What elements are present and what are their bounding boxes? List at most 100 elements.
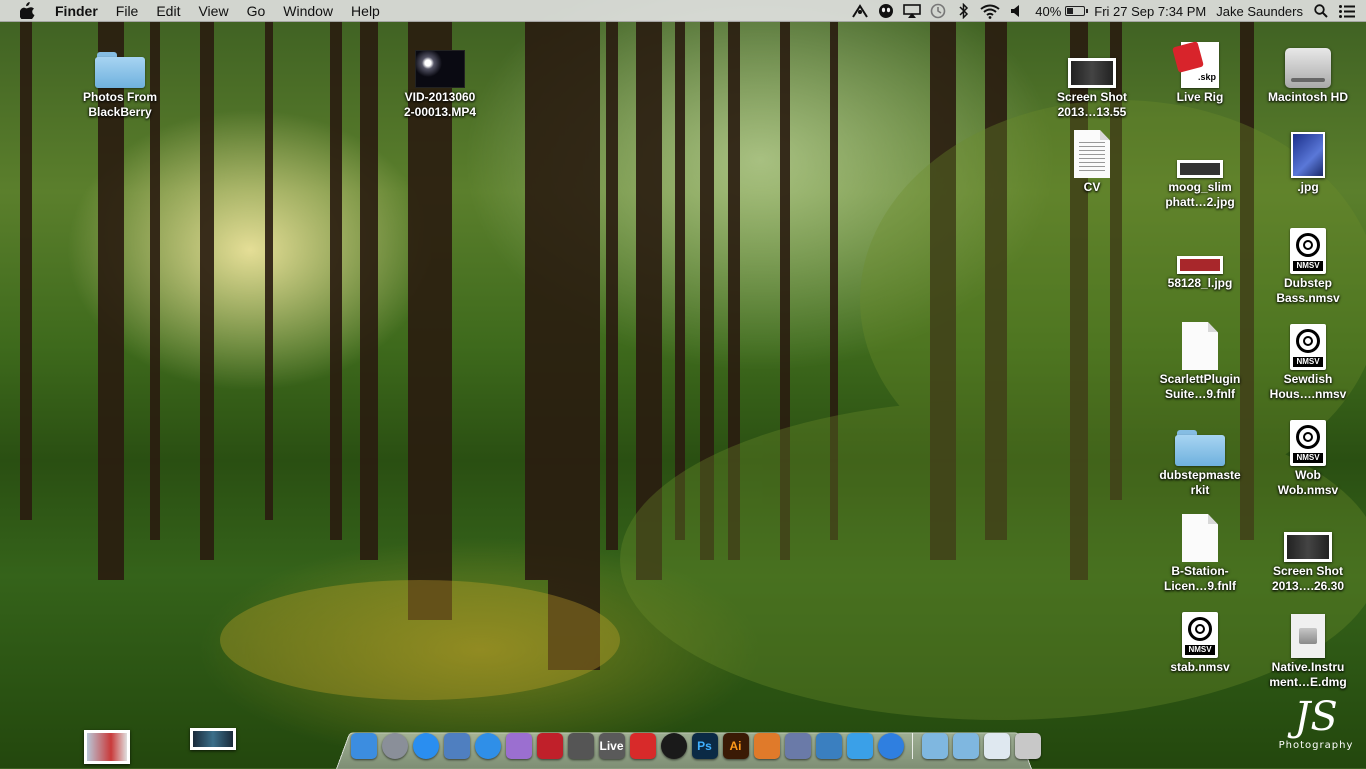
alien-icon[interactable] [873,0,899,22]
bluetooth-share-icon[interactable] [847,0,873,22]
watermark-initials: JS [1294,694,1338,740]
desktop-icon-screen-shot-2[interactable]: Screen Shot 2013….26.30 [1256,508,1360,594]
illustrator-icon[interactable]: Ai [722,733,749,759]
desktop-icon-label: B-Station- Licen…9.fnlf [1163,564,1236,593]
photo-booth-icon[interactable] [536,733,563,759]
desktop-icon-macintosh-hd[interactable]: Macintosh HD [1256,34,1360,105]
battery-icon [1065,6,1089,16]
desktop-icon-scarlett-plugin-suite[interactable]: ScarlettPlugin Suite…9.fnlf [1148,316,1252,402]
chemistry-app-icon[interactable] [505,733,532,759]
screenshot-file-icon [1281,508,1335,562]
apple-menu-icon[interactable] [16,0,38,22]
desktop-icon-label: Screen Shot 2013….26.30 [1271,564,1345,593]
desktop-icon-label: Native.Instru ment…E.dmg [1269,660,1347,689]
preview-stack-icon[interactable] [983,733,1010,759]
minimized-window-thumbnail[interactable] [84,730,130,764]
desktop-icon-cv[interactable]: CV [1040,124,1144,195]
battery-percent: 40% [1035,3,1062,19]
desktop-icon-screen-shot-1[interactable]: Screen Shot 2013…13.55 [1040,34,1144,120]
volume-icon[interactable] [1003,0,1029,22]
launchpad-icon[interactable] [381,733,408,759]
menu-go[interactable]: Go [238,0,275,22]
wifi-icon[interactable] [977,0,1003,22]
desktop-icon-label: Screen Shot 2013…13.55 [1056,90,1128,119]
desktop-icon-video[interactable]: VID-2013060 2-00013.MP4 [388,34,492,120]
dock-items: Live Ps Ai [348,731,1043,761]
image-file-icon [1173,124,1227,178]
spotlight-search-icon[interactable] [1308,0,1334,22]
desktop-icon-dubstep-bass[interactable]: NMSV Dubstep Bass.nmsv [1256,220,1360,306]
ableton-live-icon[interactable]: Live [598,733,625,759]
twitter-icon[interactable] [846,733,873,759]
trash-icon[interactable] [1014,733,1041,759]
menu-file[interactable]: File [107,0,148,22]
presentation-icon[interactable] [753,733,780,759]
nmsv-badge: NMSV [1293,453,1323,463]
desktop-icon-label: dubstepmaste rkit [1159,468,1241,497]
video-file-icon [413,34,467,88]
desktop-icon-live-rig[interactable]: .skp Live Rig [1148,34,1252,105]
itunes-icon[interactable] [877,733,904,759]
desktop-icon-label: stab.nmsv [1170,660,1230,674]
menu-view[interactable]: View [189,0,237,22]
applications-folder-icon[interactable] [952,733,979,759]
desktop-icon-wob-wob[interactable]: NMSV Wob Wob.nmsv [1256,412,1360,498]
nmsv-badge: NMSV [1293,261,1323,271]
menu-help[interactable]: Help [342,0,389,22]
menu-window[interactable]: Window [274,0,342,22]
dashboard-icon[interactable] [815,733,842,759]
document-icon [1065,124,1119,178]
nmsv-file-icon: NMSV [1281,412,1335,466]
desktop-icon-label: Sewdish Hous….nmsv [1269,372,1347,401]
sketchup-file-icon: .skp [1172,34,1227,88]
aperture-icon[interactable] [567,733,594,759]
image-file-icon [1173,220,1227,274]
time-machine-icon[interactable] [925,0,951,22]
watermark-text: Photography [1278,740,1354,751]
disk-image-icon [1281,604,1335,658]
desktop-icon-58128[interactable]: 58128_l.jpg [1148,220,1252,291]
photoshop-icon[interactable]: Ps [691,733,718,759]
clock[interactable]: Fri 27 Sep 7:34 PM [1089,4,1211,19]
draw-tool-icon[interactable] [784,733,811,759]
desktop-icon-native-instruments-dmg[interactable]: Native.Instru ment…E.dmg [1256,604,1360,690]
airplay-icon[interactable] [899,0,925,22]
bluetooth-icon[interactable] [951,0,977,22]
desktop-icon-label: Live Rig [1176,90,1224,104]
desktop-icon-label: .jpg [1297,180,1319,194]
nmsv-file-icon: NMSV [1173,604,1227,658]
minimized-window-thumbnail[interactable] [190,728,236,750]
desktop-icon-b-station-license[interactable]: B-Station- Licen…9.fnlf [1148,508,1252,594]
blank-document-icon [1173,508,1227,562]
desktop-icon-label: Macintosh HD [1267,90,1348,104]
desktop-icon-moog-slim-phatty[interactable]: moog_slim phatt…2.jpg [1148,124,1252,210]
mail-icon[interactable] [443,733,470,759]
desktop-icon-label: ScarlettPlugin Suite…9.fnlf [1159,372,1241,401]
dock-separator [912,733,913,759]
desktop-icon-dubstepmasterkit[interactable]: dubstepmaste rkit [1148,412,1252,498]
menu-bar: Finder File Edit View Go Window Help 40% [0,0,1366,22]
skp-extension-label: .skp [1197,72,1216,82]
user-name[interactable]: Jake Saunders [1211,4,1308,19]
desktop-icon-label: Dubstep Bass.nmsv [1276,276,1340,305]
finder-icon[interactable] [350,733,377,759]
safari-icon[interactable] [474,733,501,759]
hard-drive-icon [1281,34,1335,88]
desktop-icon-sewdish-house[interactable]: NMSV Sewdish Hous….nmsv [1256,316,1360,402]
battery-level-fill [1067,8,1074,14]
desktop-icon-label: VID-2013060 2-00013.MP4 [403,90,477,119]
nmsv-badge: NMSV [1293,357,1323,367]
desktop-icon-stab[interactable]: NMSV stab.nmsv [1148,604,1252,675]
app-store-icon[interactable] [412,733,439,759]
notification-center-icon[interactable] [1334,0,1360,22]
desktop-icon-photos-from-blackberry[interactable]: Photos From BlackBerry [68,34,172,120]
battery-indicator[interactable]: 40% [1029,4,1089,19]
desktop-icon-jpg[interactable]: .jpg [1256,124,1360,195]
desktop-icon-label: moog_slim phatt…2.jpg [1165,180,1235,209]
photographer-watermark: JS Photography [1272,694,1360,760]
downloads-folder-icon[interactable] [921,733,948,759]
menu-edit[interactable]: Edit [147,0,189,22]
menu-app-finder[interactable]: Finder [46,0,107,22]
camera-icon[interactable] [660,733,687,759]
sketchup-icon[interactable] [629,733,656,759]
